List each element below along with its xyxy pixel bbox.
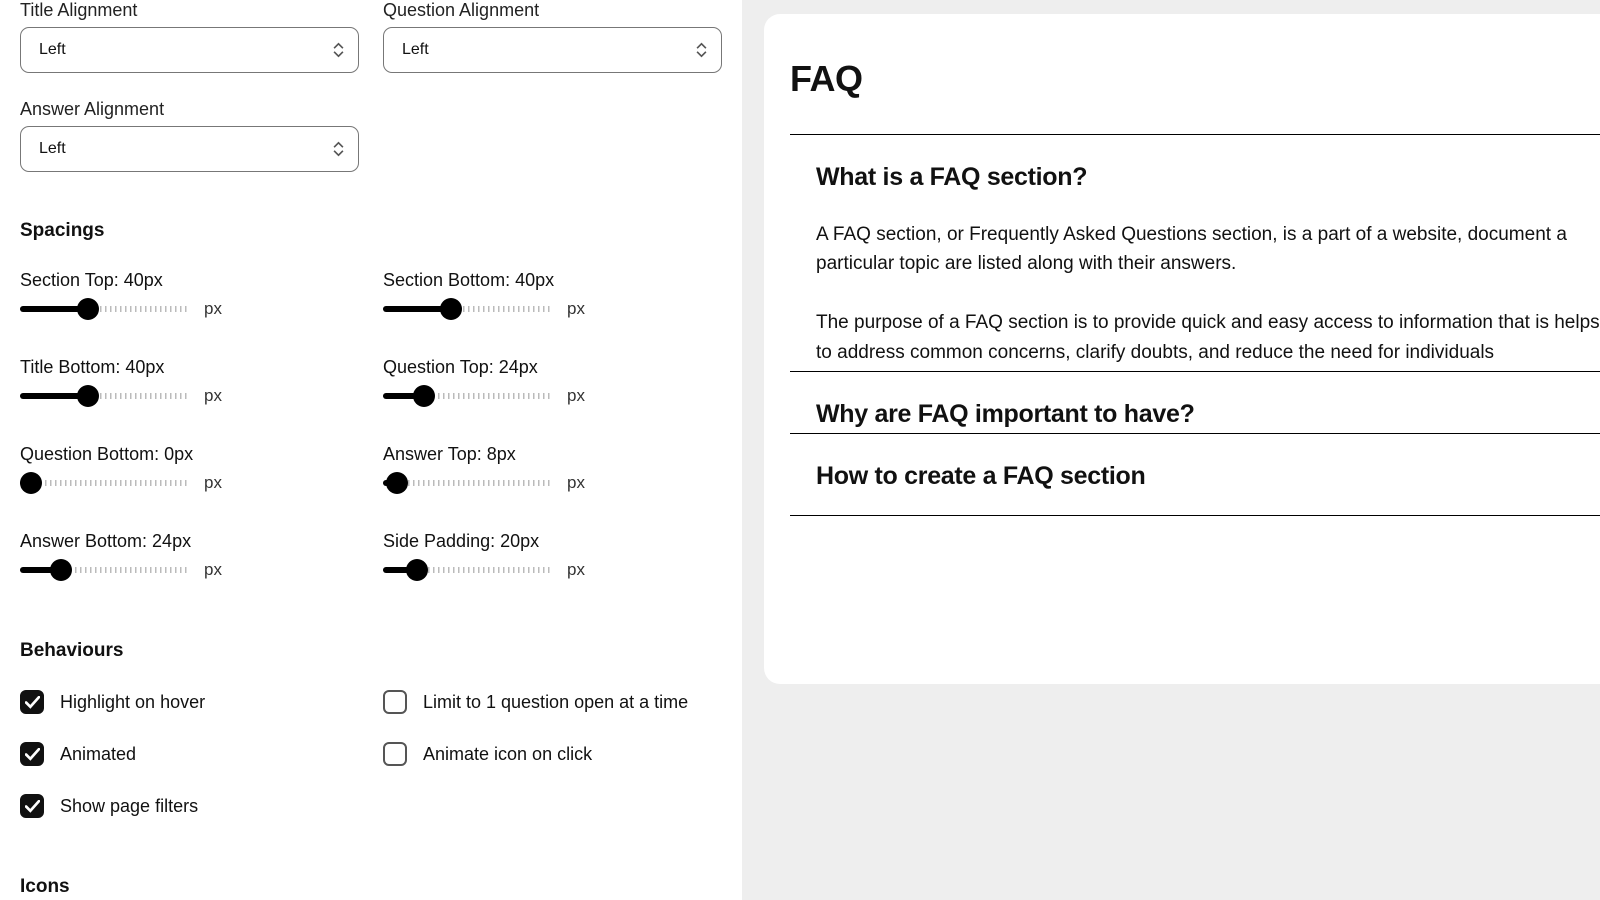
title-alignment-label: Title Alignment	[20, 0, 359, 21]
settings-panel: Title Alignment Left Question Alignment …	[0, 0, 742, 900]
icons-heading: Icons	[20, 876, 722, 898]
highlight-on-hover-label: Highlight on hover	[60, 692, 205, 713]
show-filters-checkbox[interactable]	[20, 794, 44, 818]
faq-item[interactable]: How to create a FAQ section	[790, 433, 1600, 516]
section-top-label: Section Top: 40px	[20, 270, 359, 291]
animated-checkbox[interactable]	[20, 742, 44, 766]
faq-question: How to create a FAQ section	[816, 462, 1600, 491]
faq-question: Why are FAQ important to have?	[816, 400, 1600, 429]
limit-one-checkbox[interactable]	[383, 690, 407, 714]
question-top-label: Question Top: 24px	[383, 357, 722, 378]
unit-label: px	[204, 299, 222, 319]
question-bottom-label: Question Bottom: 0px	[20, 444, 359, 465]
unit-label: px	[204, 473, 222, 493]
spacings-heading: Spacings	[20, 220, 722, 242]
unit-label: px	[567, 386, 585, 406]
question-alignment-label: Question Alignment	[383, 0, 722, 21]
title-bottom-slider[interactable]	[20, 386, 190, 406]
answer-alignment-select[interactable]: Left	[20, 126, 359, 172]
side-padding-label: Side Padding: 20px	[383, 531, 722, 552]
animate-icon-checkbox[interactable]	[383, 742, 407, 766]
question-alignment-value: Left	[402, 41, 429, 59]
animated-label: Animated	[60, 744, 136, 765]
faq-item[interactable]: Why are FAQ important to have?	[790, 371, 1600, 433]
section-bottom-slider[interactable]	[383, 299, 553, 319]
unit-label: px	[204, 386, 222, 406]
faq-title: FAQ	[790, 58, 1600, 100]
preview-card: FAQ What is a FAQ section? A FAQ section…	[764, 14, 1600, 684]
section-top-slider[interactable]	[20, 299, 190, 319]
highlight-on-hover-checkbox[interactable]	[20, 690, 44, 714]
faq-question: What is a FAQ section?	[816, 163, 1600, 192]
faq-answer: A FAQ section, or Frequently Asked Quest…	[816, 192, 1600, 367]
limit-one-label: Limit to 1 question open at a time	[423, 692, 688, 713]
unit-label: px	[567, 473, 585, 493]
faq-item[interactable]: What is a FAQ section? A FAQ section, or…	[790, 134, 1600, 371]
title-alignment-select[interactable]: Left	[20, 27, 359, 73]
title-bottom-label: Title Bottom: 40px	[20, 357, 359, 378]
answer-alignment-label: Answer Alignment	[20, 99, 359, 120]
section-bottom-label: Section Bottom: 40px	[383, 270, 722, 291]
behaviours-heading: Behaviours	[20, 640, 722, 662]
show-filters-label: Show page filters	[60, 796, 198, 817]
title-alignment-value: Left	[39, 41, 66, 59]
answer-bottom-slider[interactable]	[20, 560, 190, 580]
unit-label: px	[204, 560, 222, 580]
question-top-slider[interactable]	[383, 386, 553, 406]
unit-label: px	[567, 560, 585, 580]
question-alignment-select[interactable]: Left	[383, 27, 722, 73]
answer-bottom-label: Answer Bottom: 24px	[20, 531, 359, 552]
answer-top-label: Answer Top: 8px	[383, 444, 722, 465]
answer-top-slider[interactable]	[383, 473, 553, 493]
question-bottom-slider[interactable]	[20, 473, 190, 493]
side-padding-slider[interactable]	[383, 560, 553, 580]
select-chevrons-icon	[696, 43, 707, 58]
select-chevrons-icon	[333, 142, 344, 157]
unit-label: px	[567, 299, 585, 319]
answer-alignment-value: Left	[39, 140, 66, 158]
animate-icon-label: Animate icon on click	[423, 744, 592, 765]
select-chevrons-icon	[333, 43, 344, 58]
preview-panel: FAQ What is a FAQ section? A FAQ section…	[742, 0, 1600, 900]
